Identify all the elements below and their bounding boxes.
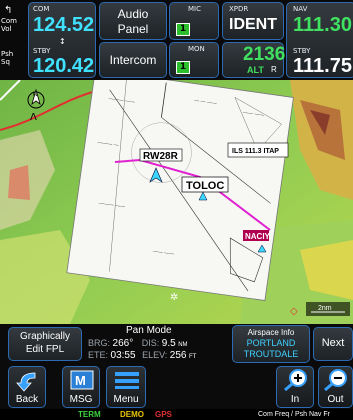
elev-value: 256 — [169, 350, 187, 361]
map-scale: 2nm — [306, 302, 350, 316]
mon-button[interactable]: MON 1 — [169, 42, 219, 78]
svg-text:M: M — [75, 373, 86, 388]
nav-standby-frequency: 111.75 — [293, 55, 352, 77]
back-arrow-icon — [16, 372, 36, 392]
intercom-button[interactable]: Intercom — [99, 42, 167, 78]
top-bar: ↰ Com Vol Psh Sq COM 124.52 ↕ STBY 120.4… — [0, 0, 353, 80]
gps-indicator: GPS — [155, 410, 172, 419]
demo-indicator: DEMO — [120, 410, 144, 419]
intercom-label: Intercom — [109, 53, 157, 67]
ete-label: ETE: — [88, 350, 109, 360]
menu-icon — [115, 372, 139, 389]
com-frequency-button[interactable]: COM 124.52 ↕ STBY 120.42 — [28, 2, 96, 78]
elev-label: ELEV: — [142, 350, 168, 360]
nav-active-frequency: 111.30 — [293, 14, 352, 36]
moving-map[interactable]: N ——— —— — — —— —— —— ——— — ——— —— —— ——… — [0, 80, 353, 324]
xpdr-code: 2136 — [243, 44, 286, 65]
zoom-in-button[interactable]: In — [276, 366, 314, 408]
message-icon: M — [70, 370, 94, 390]
psh-sq-label: Psh Sq — [1, 50, 14, 66]
diamond-marker-icon: ◇ — [290, 306, 298, 317]
pan-mode-title: Pan Mode — [126, 325, 172, 336]
xpdr-mode: ALT — [247, 65, 264, 75]
svg-text:ILS 111.3 ITAP: ILS 111.3 ITAP — [232, 148, 279, 155]
mic-label: MIC — [188, 5, 201, 13]
ident-label: IDENT — [229, 16, 277, 33]
com-vol-knob-label[interactable]: ↰ Com Vol — [0, 3, 17, 37]
status-footer: TERM DEMO GPS Com Freq / Psh Nav Fr — [0, 409, 353, 420]
audio-panel-button[interactable]: Audio Panel — [99, 2, 167, 40]
approach-chart-overlay: ——— —— — — —— —— —— ——— — ——— —— —— —— — [66, 80, 294, 301]
mon-label: MON — [188, 45, 205, 53]
com-swap-arrow-icon: ↕ — [59, 37, 66, 46]
mic-button[interactable]: MIC 1 — [169, 2, 219, 40]
mic-indicator: 1 — [176, 23, 190, 36]
com-standby-label: STBY — [33, 47, 51, 55]
dis-unit: NM — [178, 342, 188, 348]
next-label: Next — [321, 337, 345, 349]
com-label: COM — [33, 5, 50, 13]
fix-toloc-label: TOLOC — [186, 180, 224, 192]
msg-label: MSG — [69, 394, 93, 405]
dis-label: DIS: — [141, 338, 160, 348]
menu-label: Menu — [113, 394, 139, 405]
status-row: Graphically Edit FPL Pan Mode BRG: 266° … — [0, 324, 353, 364]
xpdr-mode-suffix: R — [271, 65, 277, 74]
zoom-out-icon — [324, 369, 347, 392]
map-canvas: N ——— —— — — —— —— —— ——— — ——— —— —— ——… — [0, 80, 353, 324]
airspace-info-label: Airspace Info — [247, 328, 295, 337]
back-button[interactable]: Back — [8, 366, 46, 408]
waypoint-star-icon: ✲ — [170, 292, 178, 303]
return-arrow-icon: ↰ — [4, 5, 13, 16]
pan-mode-info: Pan Mode BRG: 266° DIS: 9.5 NM ETE: 03:5… — [86, 324, 230, 364]
xpdr-ident-button[interactable]: XPDR IDENT — [222, 2, 284, 40]
xpdr-code-button[interactable]: 2136 ALT R — [222, 42, 286, 78]
zoom-out-label: Out — [327, 394, 344, 405]
panel-label: Panel — [117, 22, 149, 36]
airspace-info-button[interactable]: Airspace Info PORTLAND TROUTDALE — [232, 325, 310, 363]
nav-label: NAV — [293, 5, 308, 13]
svg-text:2nm: 2nm — [318, 305, 332, 312]
zoom-out-button[interactable]: Out — [318, 366, 353, 408]
graphically-label: Graphically — [19, 331, 71, 342]
nav-frequency-button[interactable]: NAV 111.30 STBY 111.75 — [286, 2, 353, 78]
term-indicator: TERM — [78, 410, 101, 419]
airspace-line1: PORTLAND — [246, 338, 296, 348]
menu-button[interactable]: Menu — [106, 366, 146, 408]
nav-standby-label: STBY — [293, 47, 311, 55]
ils-frequency-callout: ILS 111.3 ITAP — [227, 142, 289, 158]
psh-sq-knob-label[interactable]: Psh Sq — [0, 48, 16, 76]
brg-label: BRG: — [88, 338, 111, 348]
xpdr-label: XPDR — [229, 5, 249, 13]
fix-naciy-label: NACIY — [245, 232, 271, 241]
next-button[interactable]: Next — [313, 327, 353, 361]
brg-value: 266° — [112, 338, 134, 349]
zoom-in-icon — [284, 369, 307, 392]
com-vol-label: Com Vol — [1, 17, 17, 33]
airport-label: RW28R — [143, 151, 179, 162]
audio-label: Audio — [117, 7, 149, 21]
com-active-frequency: 124.52 — [33, 14, 95, 36]
zoom-in-label: In — [290, 394, 300, 405]
elev-unit: FT — [188, 354, 197, 360]
edit-fpl-label: Edit FPL — [25, 344, 65, 355]
msg-button[interactable]: M MSG — [62, 366, 100, 408]
knob-hint: Com Freq / Psh Nav Fr — [258, 411, 330, 418]
ete-value: 03:55 — [110, 350, 136, 361]
terrain-orange-patch — [8, 165, 30, 200]
obstacle-icon: Λ — [30, 112, 37, 123]
graphically-edit-fpl-button[interactable]: Graphically Edit FPL — [8, 327, 82, 361]
airspace-line2: TROUTDALE — [243, 349, 299, 359]
back-label: Back — [15, 394, 39, 405]
com-standby-frequency: 120.42 — [33, 55, 95, 77]
dis-value: 9.5 — [161, 338, 176, 349]
svg-text:N: N — [33, 92, 37, 98]
mon-indicator: 1 — [176, 61, 190, 74]
